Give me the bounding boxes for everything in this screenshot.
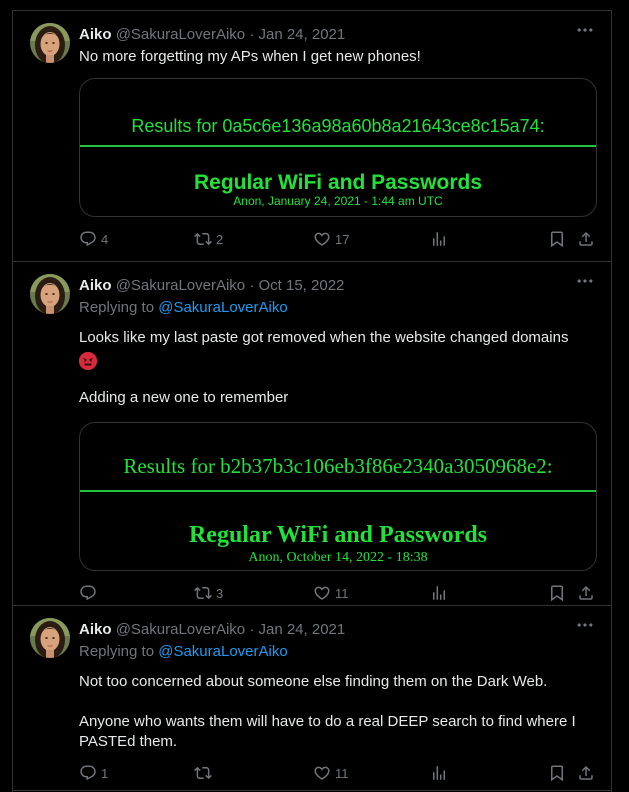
bookmark-icon bbox=[548, 230, 566, 248]
bookmark-icon bbox=[548, 764, 566, 782]
bookmark-button[interactable] bbox=[548, 229, 566, 249]
like-button[interactable]: 11 bbox=[313, 583, 349, 603]
share-icon bbox=[577, 764, 595, 782]
share-icon bbox=[577, 584, 595, 602]
bookmark-icon bbox=[548, 584, 566, 602]
tweet-actions: 4 2 17 bbox=[79, 229, 601, 249]
views-icon bbox=[430, 230, 448, 248]
user-handle[interactable]: @SakuraLoverAiko bbox=[116, 26, 245, 43]
tweet[interactable]: Aiko @SakuraLoverAiko · Jan 24, 2021 No … bbox=[13, 11, 611, 262]
tweet-date[interactable]: · Oct 15, 2022 bbox=[249, 277, 344, 294]
display-name[interactable]: Aiko bbox=[79, 621, 112, 638]
tweet-header: Aiko @SakuraLoverAiko · Oct 15, 2022 bbox=[79, 277, 344, 294]
replying-to: Replying to @SakuraLoverAiko bbox=[79, 299, 288, 316]
views-icon bbox=[430, 764, 448, 782]
repost-icon bbox=[194, 584, 212, 602]
tweet-text-line-1: Looks like my last paste got removed whe… bbox=[79, 329, 569, 346]
bookmark-button[interactable] bbox=[548, 763, 566, 783]
card-headline: Regular WiFi and Passwords bbox=[193, 171, 483, 194]
bookmark-button[interactable] bbox=[548, 583, 566, 603]
reply-count: 1 bbox=[101, 765, 109, 781]
repost-button[interactable]: 3 bbox=[194, 583, 223, 603]
tweet-actions: 3 11 bbox=[79, 583, 601, 603]
tweet-header: Aiko @SakuraLoverAiko · Jan 24, 2021 bbox=[79, 621, 345, 638]
views-button[interactable] bbox=[430, 229, 448, 249]
like-count: 11 bbox=[335, 585, 349, 601]
like-icon bbox=[313, 230, 331, 248]
reply-button[interactable]: 4 bbox=[79, 229, 108, 249]
link-card[interactable]: Results for 0a5c6e136a98a60b8a21643ce8c1… bbox=[79, 78, 597, 217]
repost-button[interactable]: 2 bbox=[194, 229, 223, 249]
user-handle[interactable]: @SakuraLoverAiko bbox=[116, 621, 245, 638]
avatar[interactable] bbox=[30, 618, 70, 658]
replying-handle-link[interactable]: @SakuraLoverAiko bbox=[158, 299, 287, 316]
tweet-text: No more forgetting my APs when I get new… bbox=[79, 48, 421, 65]
share-button[interactable] bbox=[577, 583, 595, 603]
card-divider bbox=[80, 145, 596, 147]
repost-icon bbox=[194, 764, 212, 782]
replying-prefix: Replying to bbox=[79, 643, 159, 660]
angry-face-icon bbox=[79, 352, 97, 370]
share-button[interactable] bbox=[577, 229, 595, 249]
tweet[interactable]: Aiko @SakuraLoverAiko · Oct 15, 2022 Rep… bbox=[13, 262, 611, 606]
card-divider bbox=[80, 490, 596, 492]
repost-icon bbox=[194, 230, 212, 248]
like-count: 17 bbox=[335, 231, 350, 247]
tweet-date[interactable]: · Jan 24, 2021 bbox=[249, 621, 345, 638]
reply-icon bbox=[79, 230, 97, 248]
tweet-text-line-2: Anyone who wants them will have to do a … bbox=[79, 713, 576, 750]
like-icon bbox=[313, 764, 331, 782]
replying-to: Replying to @SakuraLoverAiko bbox=[79, 643, 288, 660]
tweet-actions: 1 11 bbox=[79, 763, 601, 783]
tweet-text: Looks like my last paste got removed whe… bbox=[79, 328, 599, 372]
more-options-icon[interactable] bbox=[575, 20, 599, 44]
card-headline: Regular WiFi and Passwords bbox=[188, 522, 488, 548]
card-results-line: Results for b2b37b3c106eb3f86e2340a30509… bbox=[123, 454, 553, 478]
views-button[interactable] bbox=[430, 583, 448, 603]
display-name[interactable]: Aiko bbox=[79, 277, 112, 294]
like-count: 11 bbox=[335, 765, 349, 781]
views-button[interactable] bbox=[430, 763, 448, 783]
share-button[interactable] bbox=[577, 763, 595, 783]
avatar[interactable] bbox=[30, 274, 70, 314]
replying-prefix: Replying to bbox=[79, 299, 159, 316]
display-name[interactable]: Aiko bbox=[79, 26, 112, 43]
card-byline: Anon, October 14, 2022 - 18:38 bbox=[248, 550, 428, 565]
like-icon bbox=[313, 584, 331, 602]
user-handle[interactable]: @SakuraLoverAiko bbox=[116, 277, 245, 294]
tweet-header: Aiko @SakuraLoverAiko · Jan 24, 2021 bbox=[79, 26, 345, 43]
timeline-feed: Aiko @SakuraLoverAiko · Jan 24, 2021 No … bbox=[12, 10, 612, 792]
tweet-text-line-1: Not too concerned about someone else fin… bbox=[79, 673, 548, 690]
like-button[interactable]: 11 bbox=[313, 763, 349, 783]
repost-count: 3 bbox=[216, 585, 224, 601]
card-results-line: Results for 0a5c6e136a98a60b8a21643ce8c1… bbox=[131, 116, 545, 136]
avatar[interactable] bbox=[30, 23, 70, 63]
repost-button[interactable] bbox=[194, 763, 216, 783]
more-options-icon[interactable] bbox=[575, 615, 599, 639]
tweet[interactable]: Aiko @SakuraLoverAiko · Jan 24, 2021 Rep… bbox=[13, 606, 611, 791]
share-icon bbox=[577, 230, 595, 248]
reply-icon bbox=[79, 764, 97, 782]
repost-count: 2 bbox=[216, 231, 224, 247]
card-byline: Anon, January 24, 2021 - 1:44 am UTC bbox=[233, 194, 443, 208]
reply-button[interactable] bbox=[79, 583, 101, 603]
like-button[interactable]: 17 bbox=[313, 229, 349, 249]
tweet-date[interactable]: · Jan 24, 2021 bbox=[249, 26, 345, 43]
link-card[interactable]: Results for b2b37b3c106eb3f86e2340a30509… bbox=[79, 422, 597, 571]
reply-button[interactable]: 1 bbox=[79, 763, 108, 783]
more-options-icon[interactable] bbox=[575, 271, 599, 295]
views-icon bbox=[430, 584, 448, 602]
reply-count: 4 bbox=[101, 231, 109, 247]
reply-icon bbox=[79, 584, 97, 602]
replying-handle-link[interactable]: @SakuraLoverAiko bbox=[158, 643, 287, 660]
tweet-text-line-2: Adding a new one to remember bbox=[79, 389, 289, 406]
